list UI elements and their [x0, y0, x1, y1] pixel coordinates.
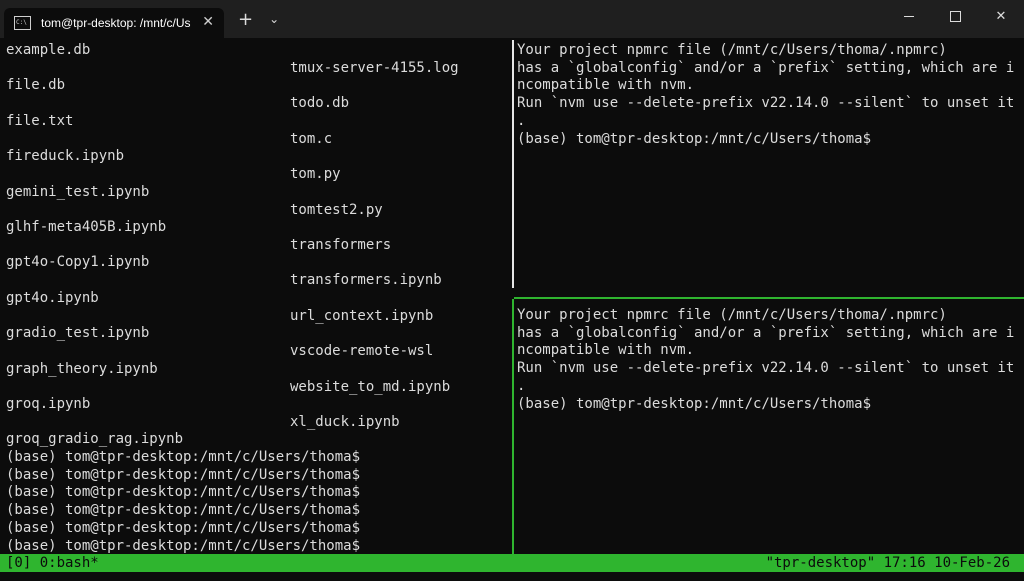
pane-divider-horizontal[interactable]	[514, 297, 1024, 299]
close-button[interactable]: ✕	[978, 0, 1024, 32]
tab-title: tom@tpr-desktop: /mnt/c/Us	[41, 16, 191, 30]
active-pane-border-vertical[interactable]	[512, 299, 514, 554]
shell-prompt: (base) tom@tpr-desktop:/mnt/c/Users/thom…	[6, 519, 361, 536]
terminal-tab[interactable]: tom@tpr-desktop: /mnt/c/Us ✕	[4, 8, 224, 38]
terminal-app-icon	[14, 16, 31, 30]
file-entry: groq.ipynb	[6, 396, 91, 412]
tmux-status-right: "tpr-desktop" 17:16 10-Feb-26	[765, 555, 1010, 571]
shell-prompt: (base) tom@tpr-desktop:/mnt/c/Users/thom…	[6, 466, 361, 483]
file-entry: fireduck.ipynb	[6, 148, 125, 165]
minimize-button[interactable]	[886, 0, 932, 32]
file-entry: gpt4o-Copy1.ipynb	[6, 254, 150, 271]
file-entry: file.txt	[6, 112, 74, 129]
file-entry: xl_duck.ipynb	[290, 414, 400, 430]
window-controls: ✕	[886, 0, 1024, 32]
file-entry: url_context.ipynb	[290, 307, 434, 324]
file-entry: tmux-server-4155.log	[290, 60, 459, 76]
file-entry: gemini_test.ipynb	[6, 183, 150, 200]
output-line: .	[517, 377, 526, 394]
file-entry: tom.c	[290, 130, 333, 147]
shell-prompt: (base) tom@tpr-desktop:/mnt/c/Users/thom…	[6, 537, 361, 554]
new-tab-button[interactable]: +	[238, 9, 253, 30]
file-entry: tomtest2.py	[290, 201, 383, 218]
tab-close-icon[interactable]: ✕	[202, 14, 214, 30]
tmux-window-list[interactable]: [0] 0:bash*	[6, 554, 99, 572]
shell-prompt: (base) tom@tpr-desktop:/mnt/c/Users/thom…	[6, 484, 361, 501]
output-line: Run `nvm use --delete-prefix v22.14.0 --…	[517, 360, 1015, 377]
file-entry: website_to_md.ipynb	[290, 378, 451, 395]
shell-prompt: (base) tom@tpr-desktop:/mnt/c/Users/thom…	[6, 502, 361, 519]
file-entry: glhf-meta405B.ipynb	[6, 219, 167, 235]
output-line: Your project npmrc file (/mnt/c/Users/th…	[517, 42, 947, 58]
tmux-status-bar: [0] 0:bash* "tpr-desktop" 17:16 10-Feb-2…	[0, 554, 1024, 572]
file-entry: todo.db	[290, 95, 350, 112]
file-entry: graph_theory.ipynb	[6, 360, 158, 377]
output-line: (base) tom@tpr-desktop:/mnt/c/Users/thom…	[517, 130, 872, 147]
output-line: Your project npmrc file (/mnt/c/Users/th…	[517, 307, 947, 323]
output-line: (base) tom@tpr-desktop:/mnt/c/Users/thom…	[517, 395, 872, 412]
minimize-icon	[904, 15, 914, 17]
file-entry: groq_gradio_rag.ipynb	[6, 431, 184, 448]
file-entry: gradio_test.ipynb	[6, 325, 150, 342]
bottom-edge	[0, 572, 1024, 581]
output-line: has a `globalconfig` and/or a `prefix` s…	[517, 324, 1015, 341]
output-line: has a `globalconfig` and/or a `prefix` s…	[517, 59, 1015, 76]
file-entry: tom.py	[290, 166, 341, 183]
file-entry: example.db	[6, 42, 91, 58]
maximize-button[interactable]	[932, 0, 978, 32]
title-bar: tom@tpr-desktop: /mnt/c/Us ✕ + ⌄ ✕	[0, 0, 1024, 38]
chevron-down-icon[interactable]: ⌄	[269, 12, 279, 26]
file-entry: transformers	[290, 237, 392, 253]
file-entry: transformers.ipynb	[290, 272, 442, 289]
file-entry: file.db	[6, 77, 66, 94]
output-line: .	[517, 112, 526, 129]
output-line: Run `nvm use --delete-prefix v22.14.0 --…	[517, 95, 1015, 112]
file-entry: gpt4o.ipynb	[6, 289, 99, 306]
maximize-icon	[949, 10, 961, 22]
close-icon: ✕	[995, 8, 1007, 24]
output-line: ncompatible with nvm.	[517, 77, 695, 94]
output-line: ncompatible with nvm.	[517, 342, 695, 359]
pane-divider-vertical[interactable]	[512, 40, 514, 288]
file-entry: vscode-remote-wsl	[290, 343, 434, 360]
shell-prompt: (base) tom@tpr-desktop:/mnt/c/Users/thom…	[6, 449, 361, 465]
